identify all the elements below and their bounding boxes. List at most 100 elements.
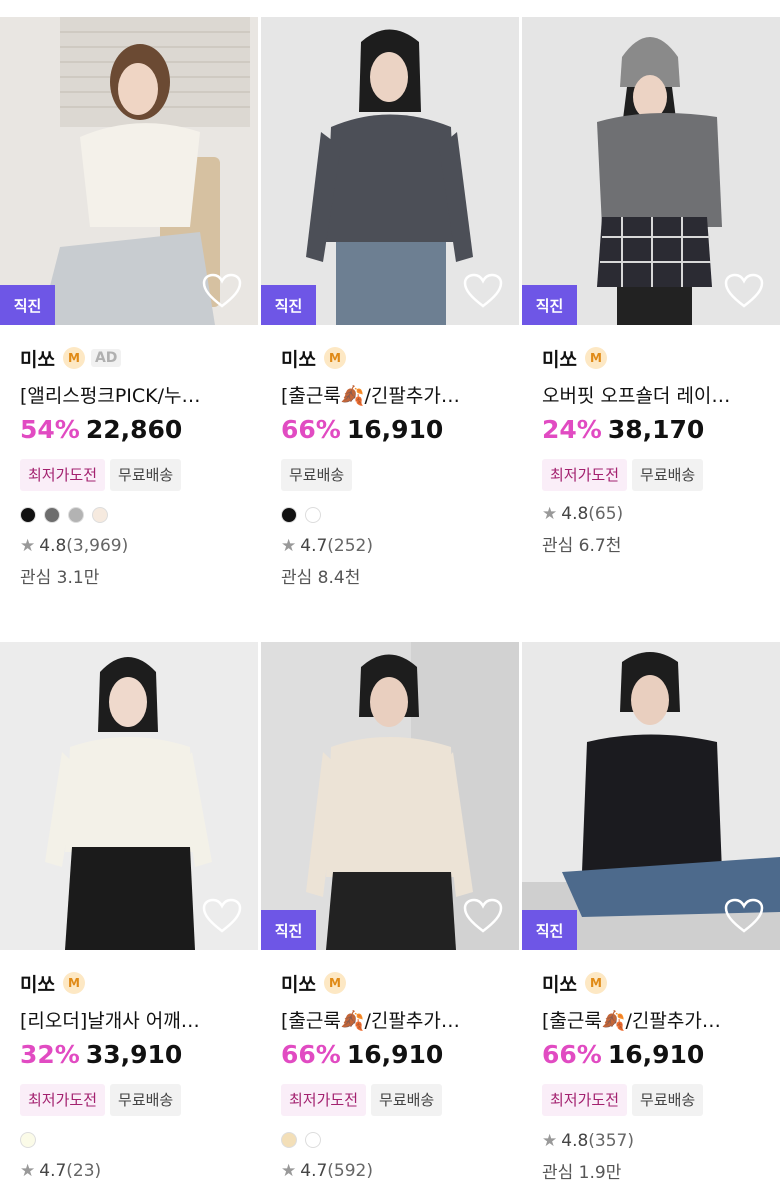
ad-label: AD [90,349,122,367]
rating-score: 4.7 [300,536,328,556]
product-title[interactable]: 오버핏 오프숄더 레이… [542,381,772,407]
price: 16,910 [346,1040,444,1069]
product-title[interactable]: [리오더]날개사 어깨… [20,1006,250,1032]
tag-lowest-price: 최저가도전 [542,459,628,491]
rating-score: 4.8 [561,1131,589,1151]
star-icon: ★ [20,1161,36,1181]
seller-name[interactable]: 미쏘 [20,345,55,372]
discount-rate: 66% [542,1040,602,1069]
membership-badge: M [62,972,85,994]
direct-badge: 직진 [261,285,316,325]
star-icon: ★ [542,1131,558,1151]
star-icon: ★ [281,536,297,556]
discount-rate: 54% [20,415,80,444]
heart-outline-icon[interactable] [724,898,764,934]
tag-free-shipping: 무료배송 [632,1084,704,1116]
likes-count: 관심 8.4천 [281,568,361,588]
product-grid: 직진 미쏘 M AD [앨리스펑크PICK/누… 54% 22,860 최저가도… [0,0,780,1200]
color-swatches [281,507,519,523]
discount-rate: 66% [281,1040,341,1069]
product-info: 미쏘 M AD [앨리스펑크PICK/누… 54% 22,860 최저가도전 무… [0,325,258,588]
rating: ★ 4.8 (65) [542,503,780,525]
heart-outline-icon[interactable] [202,898,242,934]
tag-free-shipping: 무료배송 [371,1084,443,1116]
review-count: (357) [588,1131,635,1151]
rating-score: 4.8 [561,504,589,524]
membership-badge: M [584,972,607,994]
tag-lowest-price: 최저가도전 [281,1084,367,1116]
product-image[interactable]: 직진 [261,642,519,950]
heart-outline-icon[interactable] [724,273,764,309]
heart-outline-icon[interactable] [463,898,503,934]
color-swatch [20,1132,36,1148]
likes-count: 관심 3.1만 [20,568,100,588]
star-icon: ★ [20,536,36,556]
product-info: 미쏘 M 오버핏 오프숄더 레이… 24% 38,170 최저가도전 무료배송 … [522,325,780,556]
seller-name[interactable]: 미쏘 [281,345,316,372]
color-swatch [305,1132,321,1148]
seller-name[interactable]: 미쏘 [542,970,577,997]
color-swatch [68,507,84,523]
product-card[interactable]: 직진 미쏘 M [출근룩🍂/긴팔추가… 66% 16,910 최저가도전 무료배… [522,625,780,1200]
seller-name[interactable]: 미쏘 [542,345,577,372]
membership-badge: M [323,972,346,994]
product-title[interactable]: [출근룩🍂/긴팔추가… [281,1006,511,1032]
product-card[interactable]: 직진 미쏘 M [출근룩🍂/긴팔추가… 66% 16,910 최저가도전 무료배… [261,625,519,1200]
tag-lowest-price: 최저가도전 [20,459,106,491]
product-title[interactable]: [앨리스펑크PICK/누… [20,381,250,407]
color-swatch [44,507,60,523]
tag-lowest-price: 최저가도전 [542,1084,628,1116]
direct-badge: 직진 [261,910,316,950]
product-image[interactable] [0,642,258,950]
product-image[interactable]: 직진 [0,17,258,325]
product-title[interactable]: [출근룩🍂/긴팔추가… [542,1006,772,1032]
price: 22,860 [85,415,183,444]
color-swatches [20,1132,258,1148]
rating: ★ 4.7 (252) [281,535,519,557]
discount-rate: 24% [542,415,602,444]
product-image[interactable]: 직진 [522,17,780,325]
tag-lowest-price: 최저가도전 [20,1084,106,1116]
discount-rate: 66% [281,415,341,444]
likes-count: 관심 6.7천 [542,536,622,556]
tag-free-shipping: 무료배송 [110,1084,182,1116]
star-icon: ★ [542,504,558,524]
color-swatch [281,1132,297,1148]
discount-rate: 32% [20,1040,80,1069]
color-swatches [281,1132,519,1148]
review-count: (252) [327,536,374,556]
review-count: (592) [327,1161,374,1181]
product-card[interactable]: 직진 미쏘 M AD [앨리스펑크PICK/누… 54% 22,860 최저가도… [0,0,258,625]
rating-score: 4.8 [39,536,67,556]
membership-badge: M [323,347,346,369]
product-title[interactable]: [출근룩🍂/긴팔추가… [281,381,511,407]
membership-badge: M [62,347,85,369]
price: 33,910 [85,1040,183,1069]
direct-badge: 직진 [522,285,577,325]
product-image[interactable]: 직진 [522,642,780,950]
product-info: 미쏘 M [출근룩🍂/긴팔추가… 66% 16,910 최저가도전 무료배송 ★… [261,950,519,1182]
likes-count: 관심 1.9만 [542,1163,622,1183]
seller-name[interactable]: 미쏘 [281,970,316,997]
review-count: (3,969) [66,536,129,556]
tag-free-shipping: 무료배송 [281,459,353,491]
direct-badge: 직진 [522,910,577,950]
heart-outline-icon[interactable] [202,273,242,309]
tag-free-shipping: 무료배송 [632,459,704,491]
product-image[interactable]: 직진 [261,17,519,325]
seller-name[interactable]: 미쏘 [20,970,55,997]
rating: ★ 4.8 (3,969) [20,535,258,557]
star-icon: ★ [281,1161,297,1181]
product-card[interactable]: 직진 미쏘 M 오버핏 오프숄더 레이… 24% 38,170 최저가도전 무료… [522,0,780,625]
direct-badge: 직진 [0,285,55,325]
color-swatch [20,507,36,523]
product-card[interactable]: 미쏘 M [리오더]날개사 어깨… 32% 33,910 최저가도전 무료배송 … [0,625,258,1200]
product-info: 미쏘 M [출근룩🍂/긴팔추가… 66% 16,910 무료배송 ★ 4.7 (… [261,325,519,588]
price: 38,170 [607,415,705,444]
product-info: 미쏘 M [출근룩🍂/긴팔추가… 66% 16,910 최저가도전 무료배송 ★… [522,950,780,1183]
heart-outline-icon[interactable] [463,273,503,309]
rating: ★ 4.8 (357) [542,1130,780,1152]
product-card[interactable]: 직진 미쏘 M [출근룩🍂/긴팔추가… 66% 16,910 무료배송 ★ 4.… [261,0,519,625]
color-swatch [305,507,321,523]
rating-score: 4.7 [39,1161,67,1181]
